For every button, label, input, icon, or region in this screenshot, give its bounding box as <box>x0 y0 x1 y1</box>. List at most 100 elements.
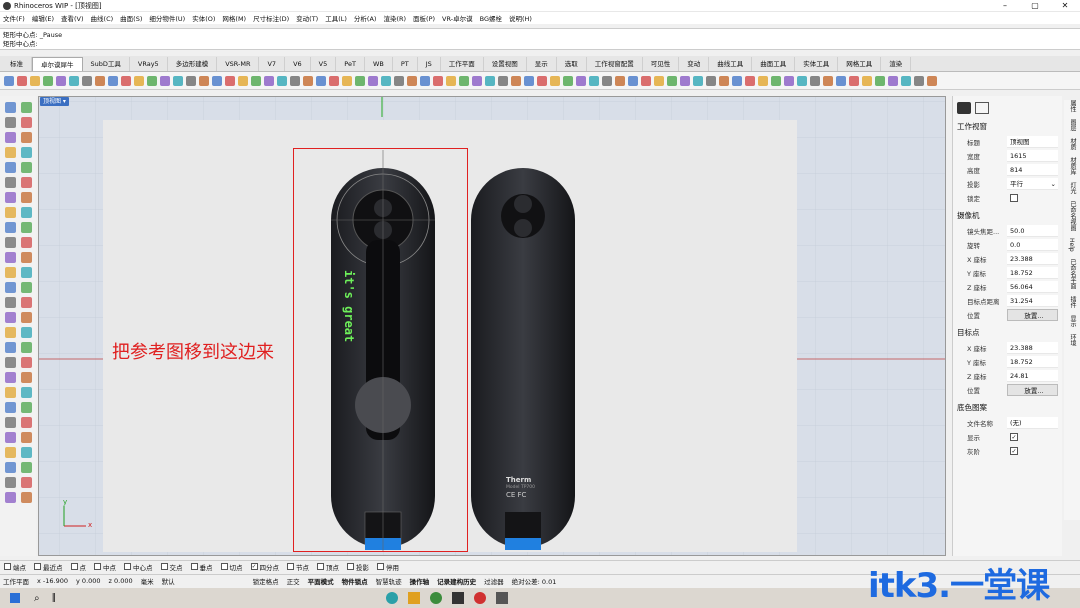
status-osnap[interactable]: 物件锁点 <box>342 576 368 586</box>
sidetab-named-cplanes[interactable]: 已命名平面 <box>1068 259 1077 289</box>
left-tool-icon[interactable] <box>4 267 16 278</box>
toolbar-tool-icon[interactable] <box>355 75 365 86</box>
toolbar-tool-icon[interactable] <box>160 75 170 86</box>
toolbar-tool-icon[interactable] <box>693 75 703 86</box>
toolbar-tool-icon[interactable] <box>199 75 209 86</box>
tab-js[interactable]: JS <box>418 57 441 71</box>
windows-start-icon[interactable] <box>10 593 20 603</box>
left-tool-icon[interactable] <box>4 297 16 308</box>
left-tool-icon[interactable] <box>4 327 16 338</box>
command-prompt[interactable]: 矩形中心点: <box>3 40 1077 49</box>
toolbar-tool-icon[interactable] <box>329 75 339 86</box>
projection-select[interactable]: 平行 ⌄ <box>1007 178 1058 190</box>
tab-solid-tools[interactable]: 实体工具 <box>795 57 839 71</box>
toolbar-tool-icon[interactable] <box>615 75 625 86</box>
osnap-point-checkbox[interactable] <box>70 563 78 570</box>
left-tool-icon[interactable] <box>20 282 32 293</box>
filename-field[interactable]: (无) <box>1007 417 1058 429</box>
app-icon-6[interactable] <box>496 592 509 604</box>
rotation-field[interactable]: 0.0 <box>1007 239 1058 251</box>
osnap-int-checkbox[interactable] <box>160 563 168 570</box>
tab-pt[interactable]: PT <box>393 57 418 71</box>
camera-x-field[interactable]: 23.388 <box>1007 253 1058 265</box>
camera-icon[interactable] <box>957 102 971 114</box>
left-tool-icon[interactable] <box>4 417 16 428</box>
toolbar-tool-icon[interactable] <box>875 75 885 86</box>
left-tool-icon[interactable] <box>20 267 32 278</box>
menu-bg[interactable]: BG螺栓 <box>480 13 502 23</box>
tab-select[interactable]: 选取 <box>557 57 587 71</box>
minimize-button[interactable]: – <box>990 0 1020 12</box>
osnap-tan-checkbox[interactable] <box>220 563 228 570</box>
tab-zhuoermo[interactable]: 卓尔谟犀牛 <box>32 57 83 71</box>
close-button[interactable]: ✕ <box>1050 0 1080 12</box>
target-z-field[interactable]: 24.81 <box>1007 370 1058 382</box>
left-tool-icon[interactable] <box>20 432 32 443</box>
left-tool-icon[interactable] <box>4 342 16 353</box>
toolbar-tool-icon[interactable] <box>758 75 768 86</box>
toolbar-tool-icon[interactable] <box>654 75 664 86</box>
osnap-mid-checkbox[interactable] <box>94 563 101 570</box>
left-tool-icon[interactable] <box>4 357 16 368</box>
tab-cplane[interactable]: 工作平面 <box>441 57 484 71</box>
tab-v7[interactable]: V7 <box>259 57 286 71</box>
left-tool-icon[interactable] <box>20 177 32 188</box>
tab-mesh-tools[interactable]: 网格工具 <box>838 57 882 71</box>
search-icon[interactable]: ⌕ <box>34 593 40 604</box>
left-tool-icon[interactable] <box>4 102 16 113</box>
toolbar-tool-icon[interactable] <box>368 75 378 86</box>
toolbar-tool-icon[interactable] <box>69 75 79 86</box>
target-y-field[interactable]: 18.752 <box>1007 356 1058 368</box>
left-tool-icon[interactable] <box>4 282 16 293</box>
toolbar-tool-icon[interactable] <box>121 75 131 86</box>
toolbar-tool-icon[interactable] <box>446 75 456 86</box>
lens-field[interactable]: 50.0 <box>1007 225 1058 237</box>
left-tool-icon[interactable] <box>4 132 16 143</box>
toolbar-tool-icon[interactable] <box>745 75 755 86</box>
tab-setview[interactable]: 设置视图 <box>484 57 527 71</box>
toolbar-tool-icon[interactable] <box>316 75 326 86</box>
toolbar-tool-icon[interactable] <box>602 75 612 86</box>
toolbar-tool-icon[interactable] <box>498 75 508 86</box>
toolbar-tool-icon[interactable] <box>43 75 53 86</box>
height-field[interactable]: 814 <box>1007 164 1058 176</box>
toolbar-tool-icon[interactable] <box>784 75 794 86</box>
toolbar-tool-icon[interactable] <box>342 75 352 86</box>
tab-viewport-layout[interactable]: 工作视窗配置 <box>587 57 643 71</box>
toolbar-tool-icon[interactable] <box>862 75 872 86</box>
menu-mesh[interactable]: 网格(M) <box>222 13 246 23</box>
toolbar-tool-icon[interactable] <box>420 75 430 86</box>
toolbar-tool-icon[interactable] <box>108 75 118 86</box>
toolbar-tool-icon[interactable] <box>134 75 144 86</box>
app-icon-3[interactable] <box>430 592 443 604</box>
left-tool-icon[interactable] <box>4 447 16 458</box>
toolbar-tool-icon[interactable] <box>810 75 820 86</box>
toolbar-tool-icon[interactable] <box>511 75 521 86</box>
left-tool-icon[interactable] <box>4 312 16 323</box>
osnap-vertex-checkbox[interactable] <box>317 563 324 570</box>
toolbar-tool-icon[interactable] <box>797 75 807 86</box>
toolbar-tool-icon[interactable] <box>641 75 651 86</box>
toolbar-tool-icon[interactable] <box>4 75 14 86</box>
left-tool-icon[interactable] <box>20 222 32 233</box>
toolbar-tool-icon[interactable] <box>56 75 66 86</box>
left-tool-icon[interactable] <box>20 117 32 128</box>
toolbar-tool-icon[interactable] <box>719 75 729 86</box>
toolbar-tool-icon[interactable] <box>82 75 92 86</box>
tab-poly[interactable]: 多边形建模 <box>168 57 218 71</box>
toolbar-tool-icon[interactable] <box>381 75 391 86</box>
toolbar-tool-icon[interactable] <box>30 75 40 86</box>
sidetab-lights[interactable]: 灯光 <box>1068 182 1077 194</box>
toolbar-tool-icon[interactable] <box>290 75 300 86</box>
left-tool-icon[interactable] <box>4 492 16 503</box>
tab-transform[interactable]: 变动 <box>679 57 710 71</box>
left-tool-icon[interactable] <box>4 162 16 173</box>
menu-render[interactable]: 渲染(R) <box>383 13 406 23</box>
menu-panels[interactable]: 面板(P) <box>413 13 435 23</box>
toolbar-tool-icon[interactable] <box>225 75 235 86</box>
toolbar-tool-icon[interactable] <box>836 75 846 86</box>
left-tool-icon[interactable] <box>20 237 32 248</box>
left-tool-icon[interactable] <box>4 477 16 488</box>
toolbar-tool-icon[interactable] <box>173 75 183 86</box>
status-ortho[interactable]: 正交 <box>287 576 300 586</box>
